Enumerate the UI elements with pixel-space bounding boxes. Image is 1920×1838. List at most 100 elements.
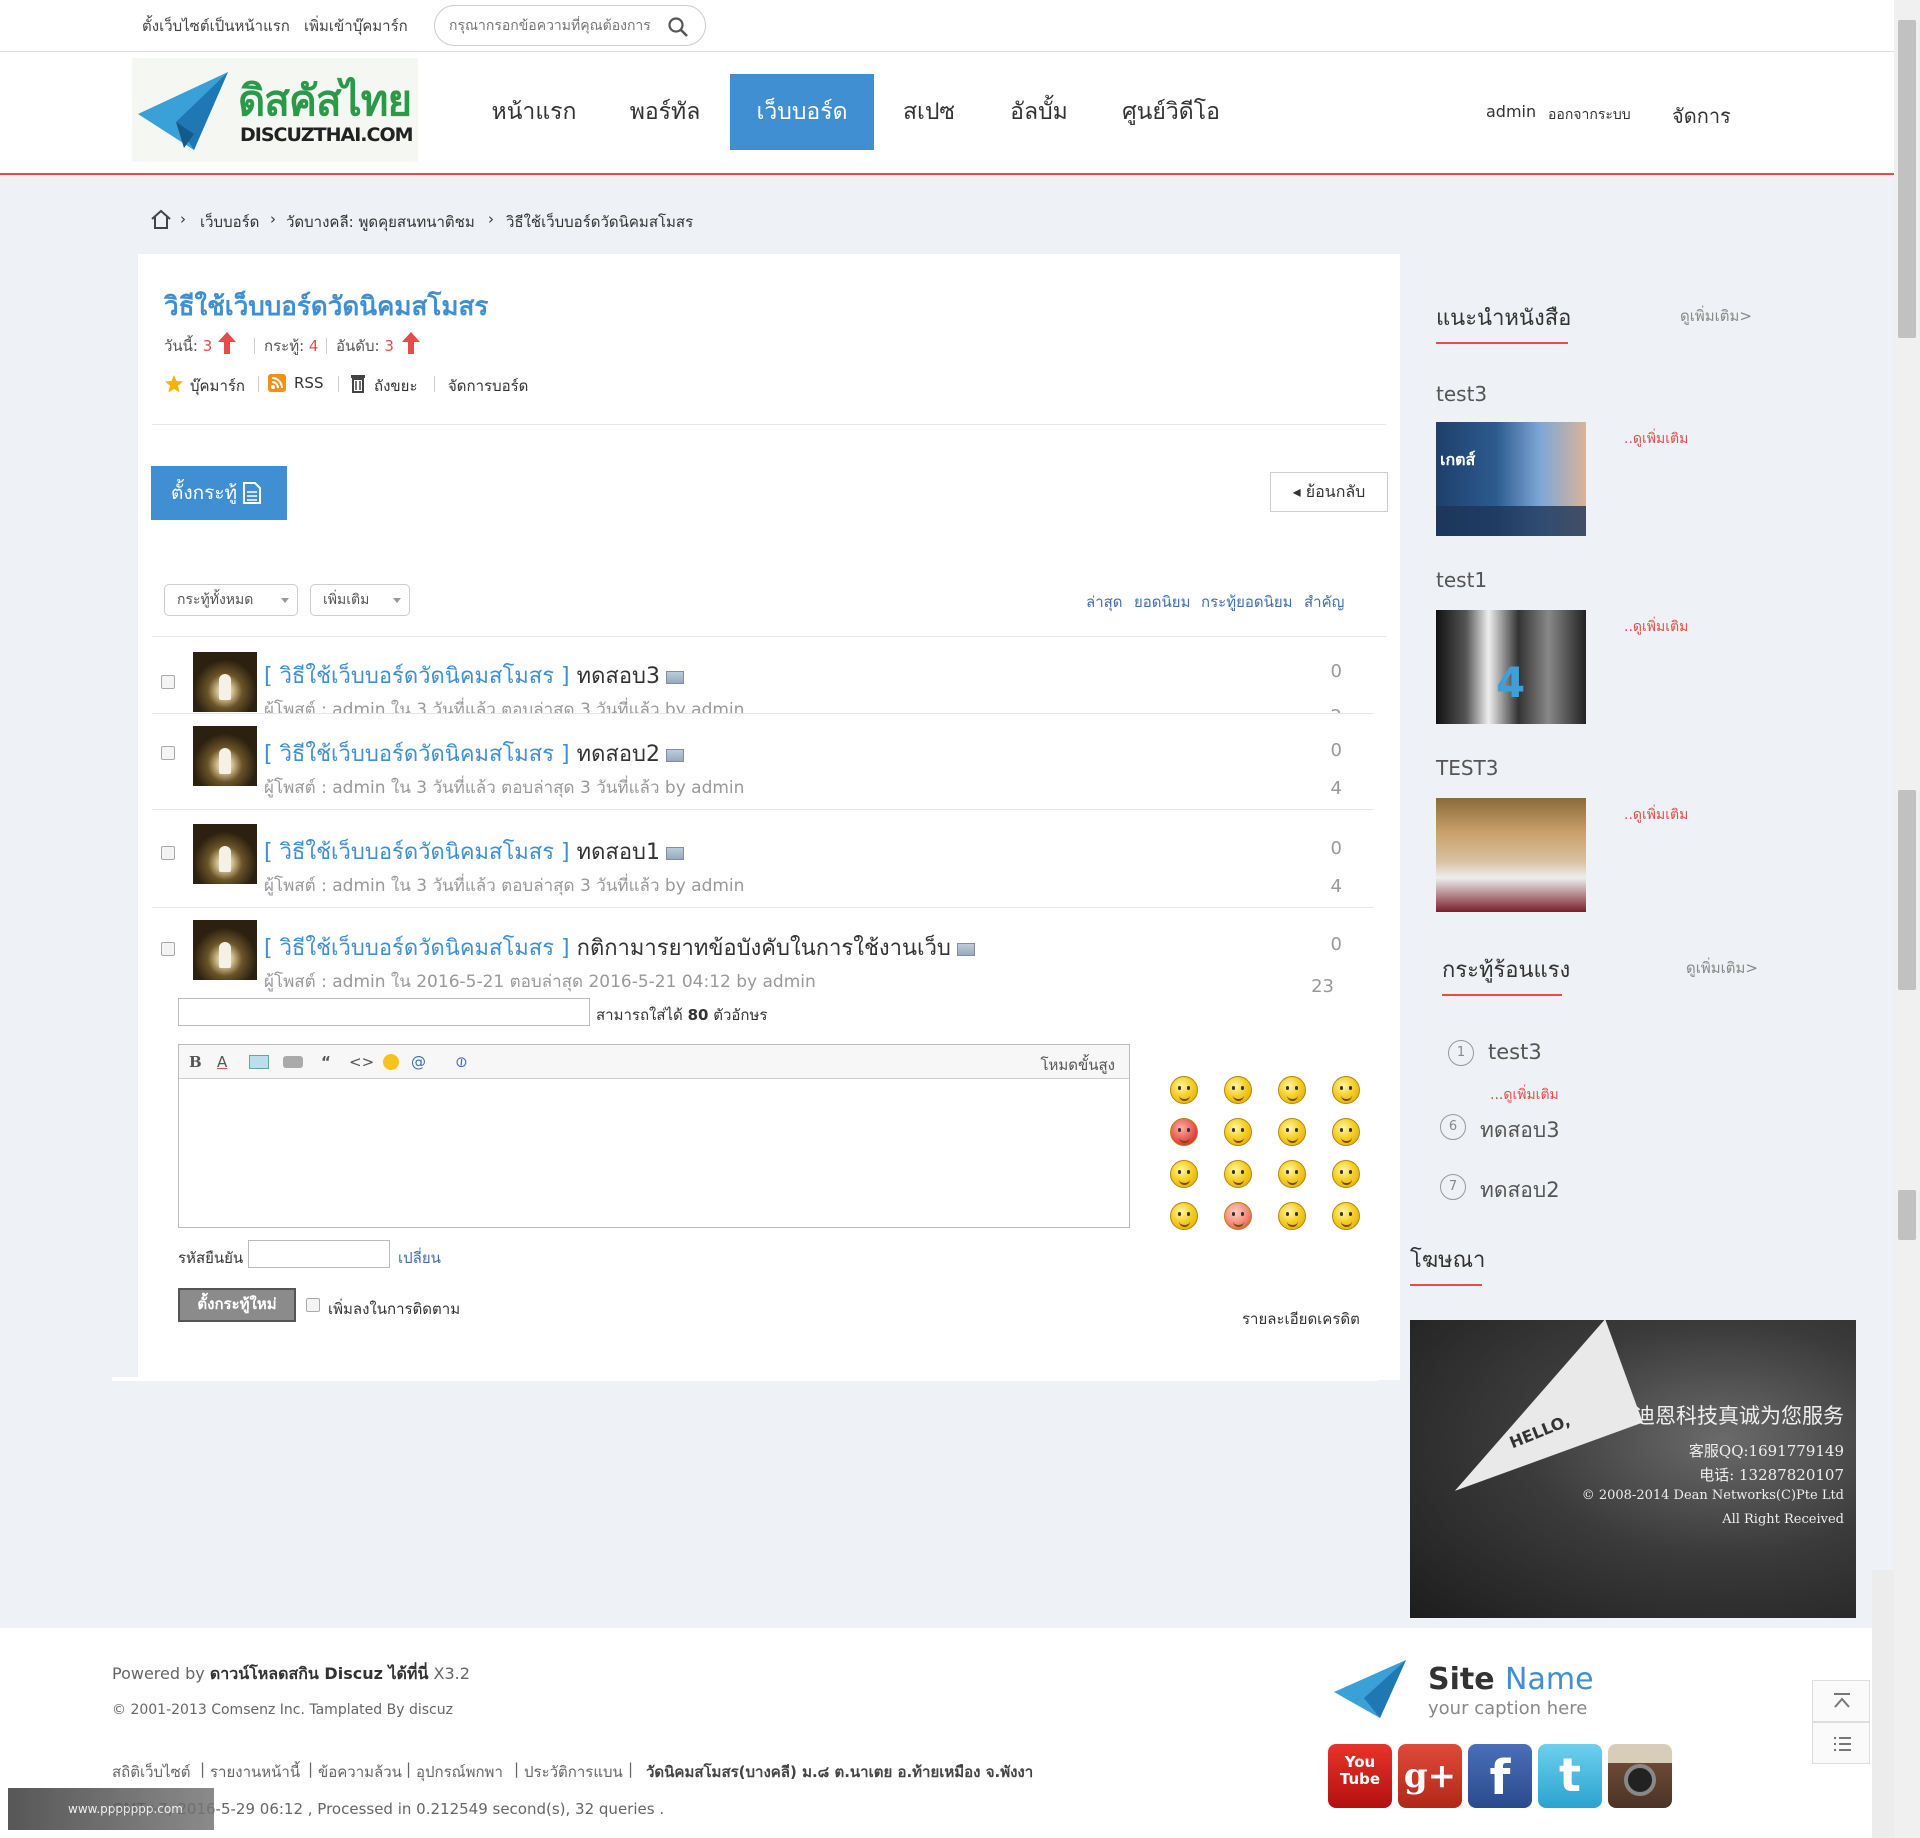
book-more-link[interactable]: ..ดูเพิ่มเติม <box>1624 804 1688 826</box>
thread-title[interactable]: [ วิธีใช้เว็บบอร์ดวัดนิคมสโมสร ] ทดสอบ3 <box>264 658 685 693</box>
font-color-icon[interactable]: A <box>217 1053 227 1071</box>
footer-link-bans[interactable]: ประวัติการแบน <box>524 1760 623 1784</box>
thread-filter-dropdown[interactable]: กระทู้ทั้งหมด <box>164 584 298 616</box>
hot-thread-link[interactable]: ทดสอบ2 <box>1480 1174 1560 1207</box>
avatar[interactable] <box>193 726 257 786</box>
breadcrumb-forum[interactable]: เว็บบอร์ด <box>200 210 259 234</box>
list-view-button[interactable] <box>1812 1722 1870 1764</box>
sort-important[interactable]: สำคัญ <box>1304 590 1344 614</box>
nav-forum[interactable]: เว็บบอร์ด <box>730 74 874 150</box>
search-icon[interactable] <box>667 16 689 38</box>
wink-icon[interactable] <box>1278 1202 1306 1230</box>
advanced-mode-link[interactable]: โหมดขั้นสูง <box>1040 1053 1115 1077</box>
attachment-icon[interactable] <box>283 1056 303 1068</box>
breadcrumb-category[interactable]: วัดบางคลี: พูดคุยสนทนาติชม <box>286 210 475 234</box>
sort-popular[interactable]: ยอดนิยม <box>1134 590 1190 614</box>
rss-link[interactable]: RSS <box>294 374 323 392</box>
smiley-icon[interactable] <box>1278 1076 1306 1104</box>
link-icon[interactable]: ⊘ <box>451 1051 472 1073</box>
message-textarea[interactable] <box>179 1080 1129 1227</box>
scrollbar-thumb[interactable] <box>1898 790 1916 990</box>
credit-details-link[interactable]: รายละเอียดเครดิต <box>1242 1307 1360 1331</box>
follow-checkbox[interactable] <box>306 1298 320 1312</box>
new-thread-button[interactable]: ตั้งกระทู้ <box>151 466 287 520</box>
add-bookmark-link[interactable]: เพิ่มเข้าบุ๊คมาร์ก <box>304 14 408 38</box>
nav-video[interactable]: ศูนย์วิดีโอ <box>1112 74 1230 150</box>
facebook-icon[interactable]: f <box>1468 1744 1532 1808</box>
furious-icon[interactable] <box>1224 1202 1252 1230</box>
image-icon[interactable] <box>249 1055 269 1069</box>
smirk-icon[interactable] <box>1332 1202 1360 1230</box>
quote-icon[interactable]: “ <box>321 1053 331 1071</box>
sad-icon[interactable] <box>1224 1076 1252 1104</box>
footer-link-text[interactable]: ข้อความล้วน <box>318 1760 402 1784</box>
footer-link-mobile[interactable]: อุปกรณ์พกพา <box>416 1760 503 1784</box>
smiley-icon[interactable] <box>1278 1118 1306 1146</box>
thread-checkbox[interactable] <box>161 942 175 956</box>
code-icon[interactable]: <> <box>349 1053 374 1071</box>
sort-latest[interactable]: ล่าสุด <box>1086 590 1123 614</box>
thread-checkbox[interactable] <box>161 846 175 860</box>
thread-title[interactable]: [ วิธีใช้เว็บบอร์ดวัดนิคมสโมสร ] ทดสอบ1 <box>264 834 685 869</box>
angry-icon[interactable] <box>1170 1118 1198 1146</box>
avatar[interactable] <box>193 652 257 712</box>
grin-icon[interactable] <box>1332 1160 1360 1188</box>
page-scrollbar[interactable] <box>1894 0 1920 1838</box>
shocked-icon[interactable] <box>1224 1118 1252 1146</box>
instagram-icon[interactable] <box>1608 1744 1672 1808</box>
inner-scrollbar[interactable] <box>1872 1570 1894 1838</box>
book-more-link[interactable]: ..ดูเพิ่มเติม <box>1624 428 1688 450</box>
books-more-link[interactable]: ดูเพิ่มเติม> <box>1680 304 1752 328</box>
hot-thread-more-link[interactable]: ...ดูเพิ่มเติม <box>1490 1084 1559 1106</box>
footer-link-stats[interactable]: สถิติเว็บไซต์ <box>112 1760 191 1784</box>
thread-title[interactable]: [ วิธีใช้เว็บบอร์ดวัดนิคมสโมสร ] ทดสอบ2 <box>264 736 685 771</box>
manage-link[interactable]: จัดการ <box>1672 100 1731 132</box>
subject-input[interactable] <box>178 998 590 1026</box>
avatar[interactable] <box>193 824 257 884</box>
more-filter-dropdown[interactable]: เพิ่มเติม <box>310 584 410 616</box>
captcha-input[interactable] <box>248 1240 390 1268</box>
smiley-icon[interactable] <box>1170 1076 1198 1104</box>
avatar[interactable] <box>193 920 257 980</box>
ad-banner[interactable]: HELLO, 迪恩科技真诚为您服务 客服QQ:1691779149 电话: 13… <box>1410 1320 1856 1618</box>
book-cover[interactable] <box>1436 798 1586 912</box>
nav-portal[interactable]: พอร์ทัล <box>610 74 720 150</box>
captcha-change-link[interactable]: เปลี่ยน <box>398 1246 441 1270</box>
thinking-icon[interactable] <box>1170 1160 1198 1188</box>
nav-space[interactable]: สเปซ <box>886 74 972 150</box>
google-plus-icon[interactable]: g+ <box>1398 1744 1462 1808</box>
laugh-cry-icon[interactable] <box>1278 1160 1306 1188</box>
book-more-link[interactable]: ..ดูเพิ่มเติม <box>1624 616 1688 638</box>
book-title[interactable]: TEST3 <box>1436 756 1499 780</box>
tongue-icon[interactable] <box>1224 1160 1252 1188</box>
nav-home[interactable]: หน้าแรก <box>476 74 592 150</box>
book-cover[interactable]: 4 <box>1436 610 1586 724</box>
set-homepage-link[interactable]: ตั้งเว็บไซต์เป็นหน้าแรก <box>142 14 290 38</box>
scrollbar-thumb[interactable] <box>1898 1190 1916 1240</box>
bold-icon[interactable]: B <box>189 1053 202 1071</box>
search-input[interactable] <box>449 16 659 36</box>
back-to-top-button[interactable] <box>1812 1680 1870 1722</box>
book-cover[interactable]: เกตส์ <box>1436 422 1586 536</box>
crying-icon[interactable] <box>1332 1076 1360 1104</box>
mention-icon[interactable]: @ <box>411 1053 426 1071</box>
logout-link[interactable]: ออกจากระบบ <box>1548 104 1631 126</box>
home-icon[interactable] <box>150 208 172 230</box>
footer-link-report[interactable]: รายงานหน้านี้ <box>210 1760 300 1784</box>
skin-download-link[interactable]: ดาวน์โหลดสกิน Discuz ได้ที่นี่ <box>210 1664 429 1683</box>
thread-checkbox[interactable] <box>161 746 175 760</box>
hot-thread-link[interactable]: ทดสอบ3 <box>1480 1114 1560 1147</box>
smiley-icon[interactable] <box>1170 1202 1198 1230</box>
book-title[interactable]: test3 <box>1436 382 1487 406</box>
post-new-thread-button[interactable]: ตั้งกระทู้ใหม่ <box>178 1288 296 1322</box>
site-logo[interactable]: ดิสคัสไทย DISCUZTHAI.COM <box>132 58 418 162</box>
hot-more-link[interactable]: ดูเพิ่มเติม> <box>1686 956 1758 980</box>
smiley-icon[interactable] <box>383 1054 399 1070</box>
nav-album[interactable]: อัลบั้ม <box>994 74 1084 150</box>
thread-title[interactable]: [ วิธีใช้เว็บบอร์ดวัดนิคมสโมสร ] กติกามา… <box>264 930 975 965</box>
shy-icon[interactable] <box>1332 1118 1360 1146</box>
sort-popular-threads[interactable]: กระทู้ยอดนิยม <box>1201 590 1293 614</box>
scrollbar-thumb[interactable] <box>1898 20 1916 338</box>
recycle-bin-link[interactable]: ถังขยะ <box>374 374 418 398</box>
manage-forum-link[interactable]: จัดการบอร์ด <box>448 374 528 398</box>
